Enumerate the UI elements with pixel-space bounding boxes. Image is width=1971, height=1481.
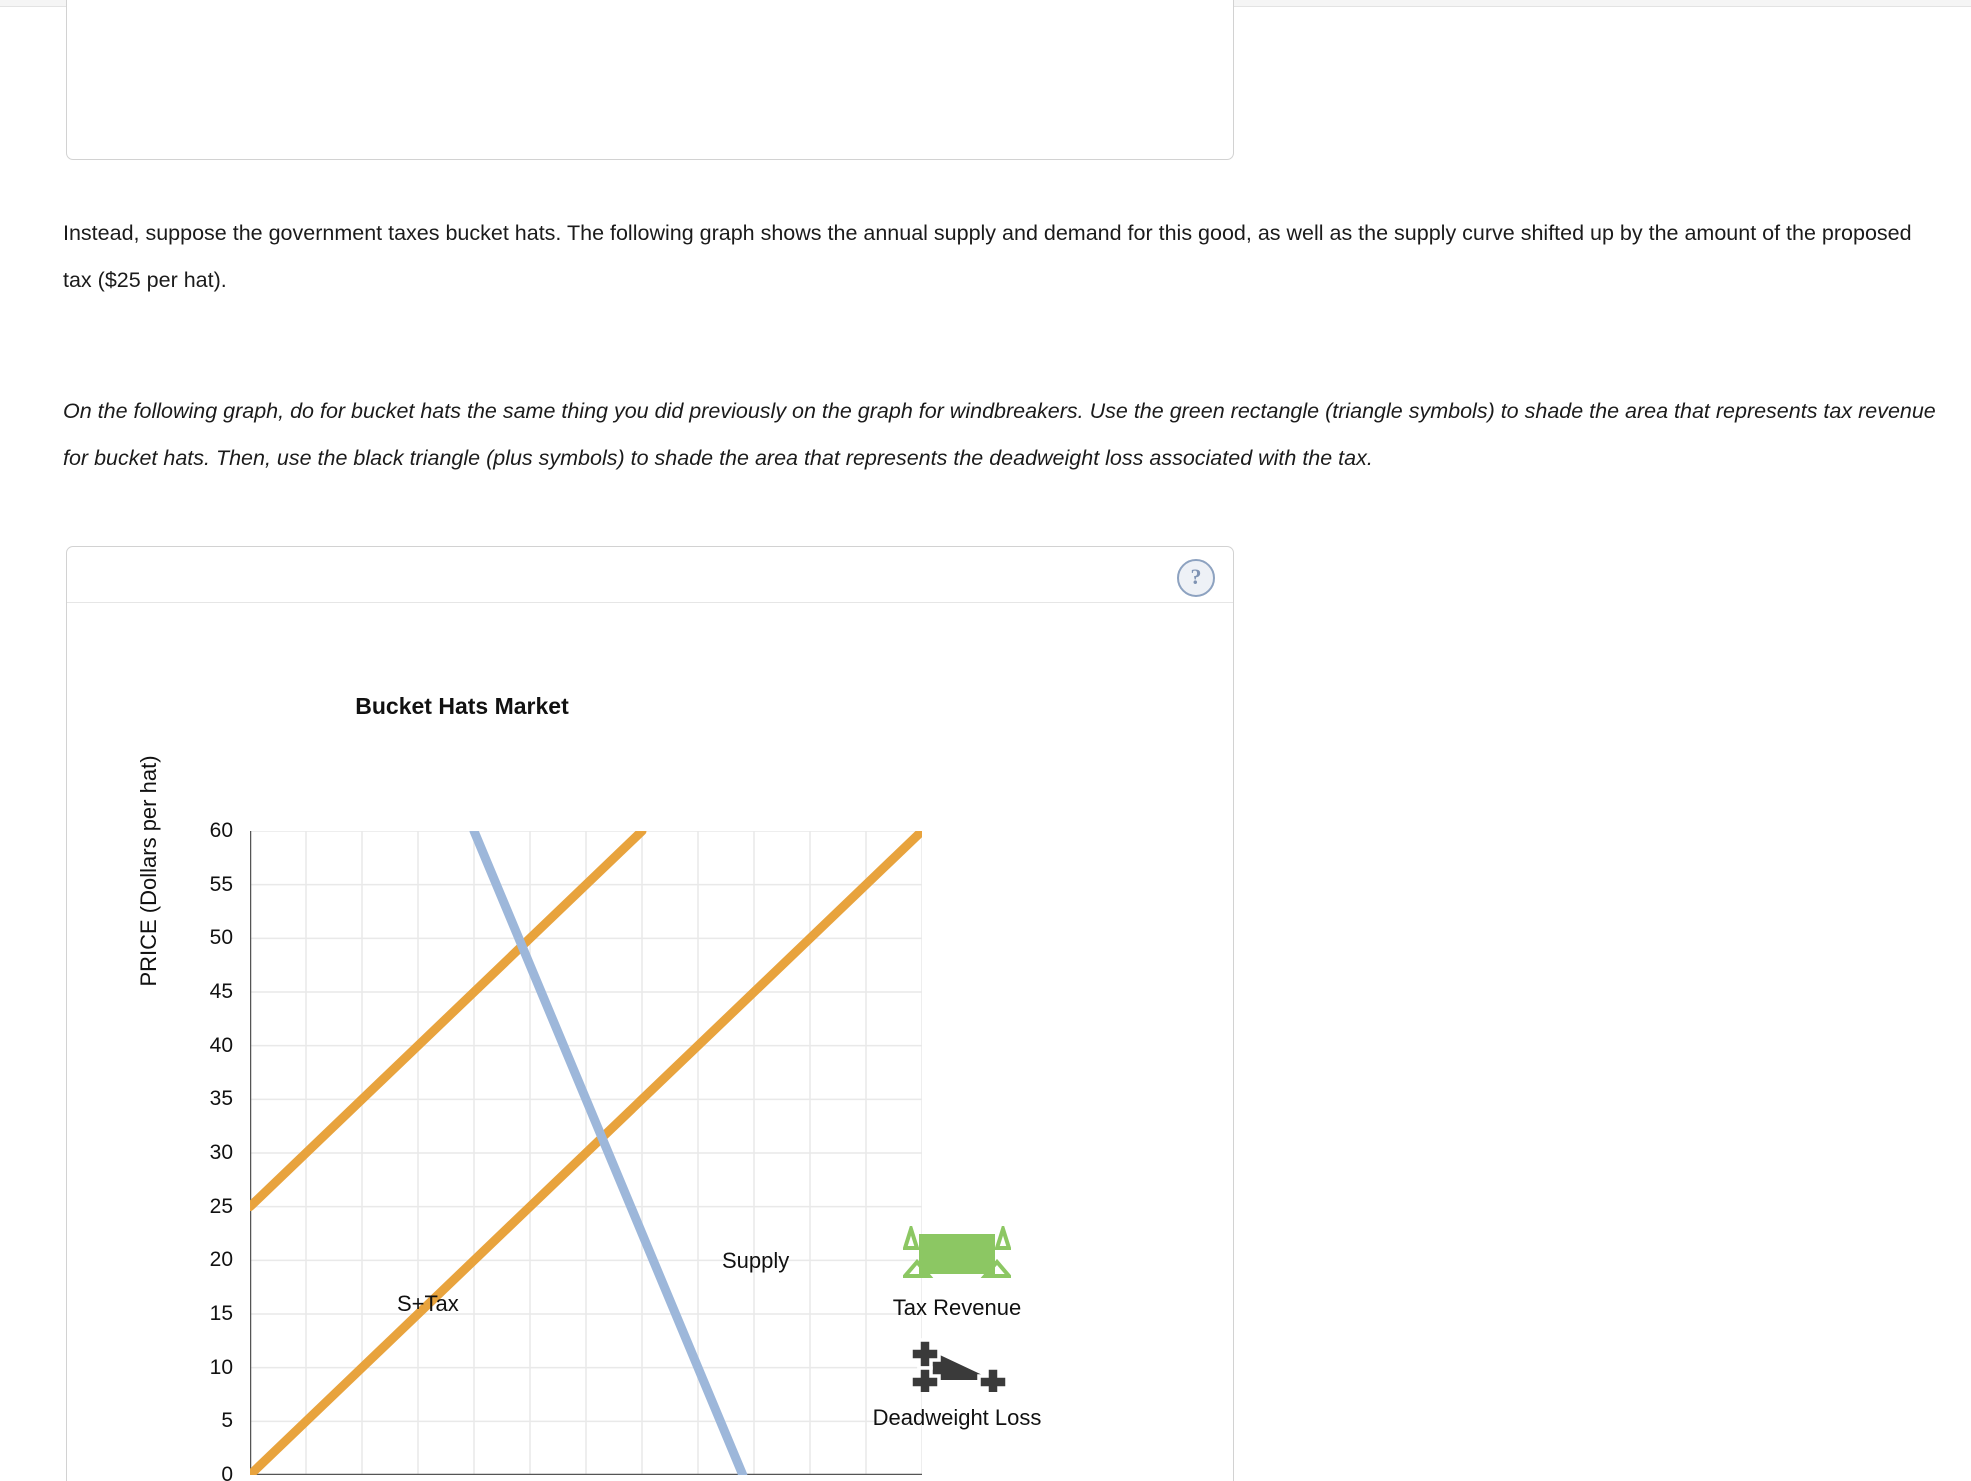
graph-panel-header: ?: [67, 547, 1233, 603]
y-tick-label: 40: [209, 1033, 233, 1057]
bucket-hats-graph-panel: ? Bucket Hats Market PRICE (Dollars per …: [66, 546, 1234, 1481]
y-tick-label: 45: [209, 980, 233, 1003]
windbreakers-graph-panel: 0 050100150200250300350400450500550600 Q…: [66, 0, 1234, 160]
y-tick-label: 5: [221, 1409, 233, 1433]
y-tick-label: 25: [209, 1194, 233, 1218]
y-tick-label: 35: [209, 1087, 233, 1111]
legend-label-deadweight-loss: Deadweight Loss: [872, 1405, 1042, 1430]
legend-label-tax-revenue: Tax Revenue: [892, 1295, 1022, 1320]
help-icon[interactable]: ?: [1177, 559, 1215, 597]
instruction-paragraph: On the following graph, do for bucket ha…: [63, 399, 1936, 470]
black-triangle-svg: [909, 1338, 1009, 1392]
y-tick-label: 30: [209, 1141, 233, 1164]
black-triangle-icon[interactable]: [817, 1333, 1097, 1395]
curve-label-supply: Supply: [722, 1248, 790, 1273]
bucket-hats-chart-area: Bucket Hats Market PRICE (Dollars per ha…: [67, 603, 1233, 1481]
y-tick-label: 15: [209, 1302, 233, 1325]
y-tick-label: 10: [209, 1355, 233, 1379]
y-tick-label: 60: [209, 819, 233, 842]
green-rectangle-svg: [903, 1226, 1011, 1278]
intro-paragraph: Instead, suppose the government taxes bu…: [63, 221, 1912, 292]
y-tick-label: 55: [209, 872, 233, 896]
y-tick-label: 0: [221, 1463, 233, 1481]
curve-label-s-plus-tax: S+Tax: [397, 1291, 459, 1316]
legend-item-tax-revenue[interactable]: Tax Revenue: [817, 1223, 1097, 1321]
y-axis-label: PRICE (Dollars per hat): [136, 755, 161, 987]
chart-title: Bucket Hats Market: [355, 693, 569, 719]
legend-item-deadweight-loss[interactable]: Deadweight Loss: [817, 1333, 1097, 1431]
y-tick-label: 50: [209, 926, 233, 950]
green-rectangle-icon[interactable]: [817, 1223, 1097, 1285]
y-tick-labels: 0 5 10 15 20 25 30 35 40 45 50 55 60: [185, 819, 233, 1481]
page-root: 0 050100150200250300350400450500550600 Q…: [0, 0, 1971, 1481]
y-tick-label: 20: [209, 1248, 233, 1272]
